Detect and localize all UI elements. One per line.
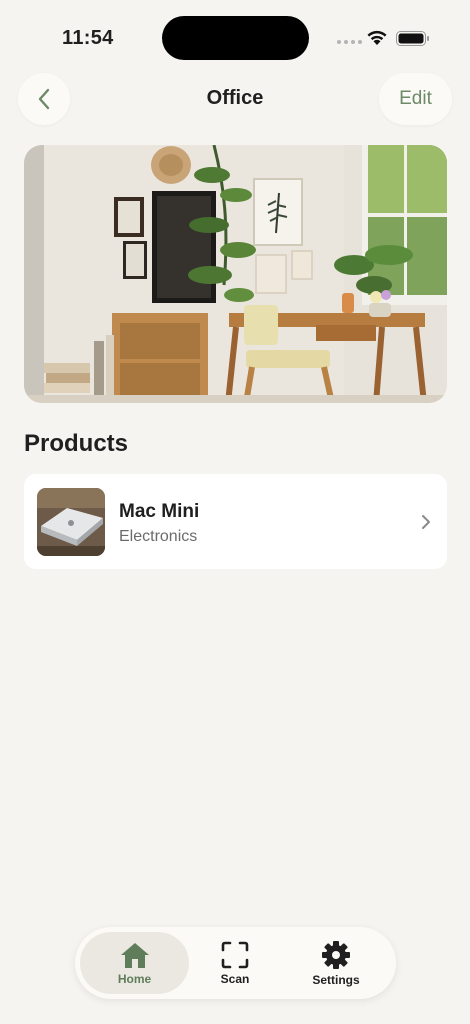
wifi-icon [367, 30, 387, 45]
tab-label-scan: Scan [220, 971, 250, 986]
chevron-right-icon [422, 515, 430, 529]
tab-bar: Home Scan Settings [75, 927, 396, 999]
product-thumbnail [37, 488, 105, 556]
tab-settings[interactable]: Settings [281, 932, 391, 994]
product-category: Electronics [119, 528, 198, 545]
room-photo [24, 145, 447, 403]
tab-home[interactable]: Home [80, 932, 189, 994]
home-icon [120, 942, 149, 968]
status-time: 11:54 [62, 27, 114, 49]
products-heading: Products [24, 430, 129, 457]
product-name: Mac Mini [119, 501, 200, 522]
tab-label-settings: Settings [312, 972, 360, 987]
dynamic-island [162, 16, 309, 60]
product-list-item[interactable]: Mac Mini Electronics [24, 474, 447, 569]
cellular-signal-icon [337, 40, 362, 44]
scan-icon [221, 941, 249, 968]
edit-button[interactable]: Edit [379, 73, 452, 125]
battery-icon [396, 31, 429, 46]
gear-icon [322, 940, 350, 969]
tab-label-home: Home [117, 971, 152, 986]
status-bar: 11:54 [0, 0, 470, 70]
tab-scan[interactable]: Scan [189, 932, 281, 994]
